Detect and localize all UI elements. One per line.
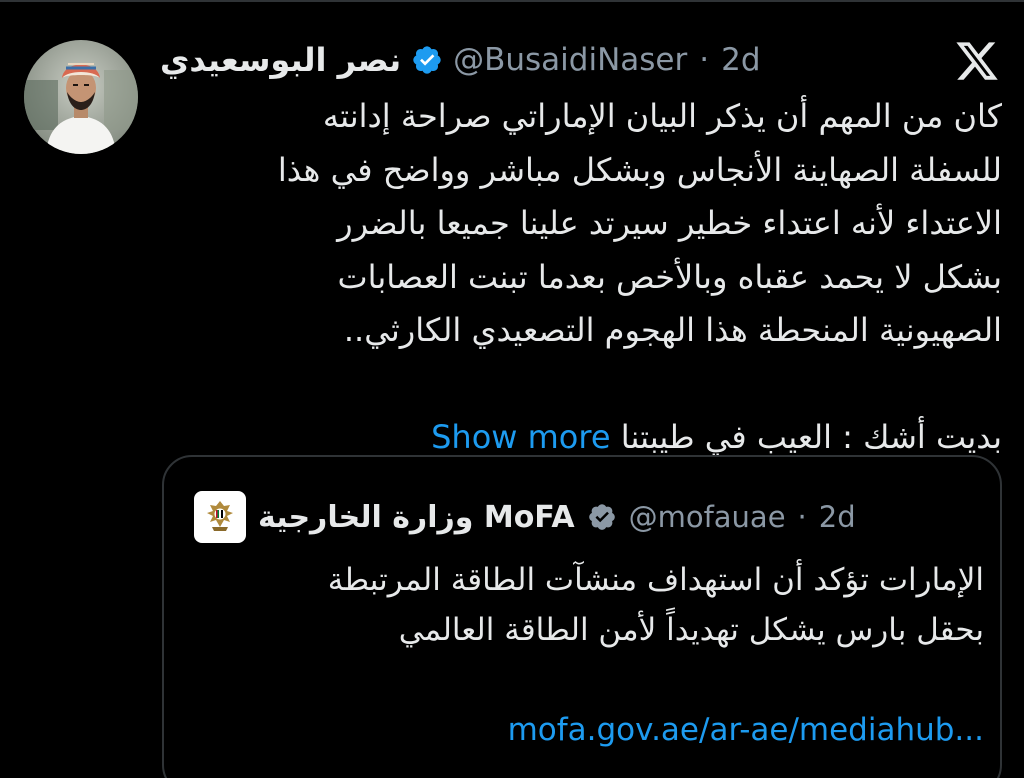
tweet-line: الاعتداء لأنه اعتداء خطير سيرتد علينا جم… bbox=[337, 204, 1002, 242]
show-more-link[interactable]: Show more bbox=[431, 418, 610, 456]
quote-header: وزارة الخارجية MoFA @mofauae · 2d bbox=[194, 491, 974, 543]
quote-display-name[interactable]: وزارة الخارجية MoFA bbox=[258, 500, 575, 535]
tweet-handle[interactable]: @BusaidiNaser bbox=[453, 42, 687, 78]
quote-line: بحقل بارس يشكل تهديداً لأمن الطاقة العال… bbox=[398, 612, 984, 648]
quote-age[interactable]: 2d bbox=[819, 500, 856, 534]
quote-handle[interactable]: @mofauae bbox=[629, 500, 786, 534]
tweet-line: بديت أشك : العيب في طيبتنا bbox=[620, 418, 1002, 456]
verified-badge-icon bbox=[413, 46, 441, 74]
x-logo-icon[interactable] bbox=[954, 38, 1000, 84]
separator-dot: · bbox=[797, 500, 807, 534]
tweet-line: كان من المهم أن يذكر البيان الإماراتي صر… bbox=[322, 97, 1002, 135]
divider bbox=[0, 0, 1024, 2]
separator-dot: · bbox=[699, 42, 710, 78]
display-name[interactable]: نصر البوسعيدي bbox=[160, 41, 401, 79]
tweet-line: الصهيونية المنحطة هذا الهجوم التصعيدي ال… bbox=[343, 311, 1002, 349]
verified-badge-icon bbox=[588, 504, 615, 530]
uae-emblem-icon[interactable] bbox=[194, 491, 246, 543]
avatar[interactable] bbox=[24, 40, 138, 154]
tweet-line: للسفلة الصهاينة الأنجاس وبشكل مباشر وواض… bbox=[277, 150, 1002, 189]
emblem-graphic bbox=[207, 501, 233, 531]
quote-line: الإمارات تؤكد أن استهداف منشآت الطاقة ال… bbox=[327, 562, 984, 598]
quote-link[interactable]: mofa.gov.ae/ar-ae/mediahub... bbox=[194, 705, 984, 755]
tweet-screen: 2d · @BusaidiNaser نصر البوسعيدي كان من … bbox=[0, 0, 1024, 778]
tweet-text: كان من المهم أن يذكر البيان الإماراتي صر… bbox=[160, 90, 1002, 465]
quote-text: الإمارات تؤكد أن استهداف منشآت الطاقة ال… bbox=[194, 555, 984, 755]
tweet-line: بشكل لا يحمد عقباه وبالأخص بعدما تبنت ال… bbox=[337, 257, 1003, 296]
tweet-header: 2d · @BusaidiNaser نصر البوسعيدي bbox=[160, 36, 820, 84]
avatar-image bbox=[24, 40, 138, 154]
quoted-tweet-card[interactable]: وزارة الخارجية MoFA @mofauae · 2d الإمار… bbox=[162, 455, 1002, 778]
tweet-age[interactable]: 2d bbox=[721, 42, 760, 78]
